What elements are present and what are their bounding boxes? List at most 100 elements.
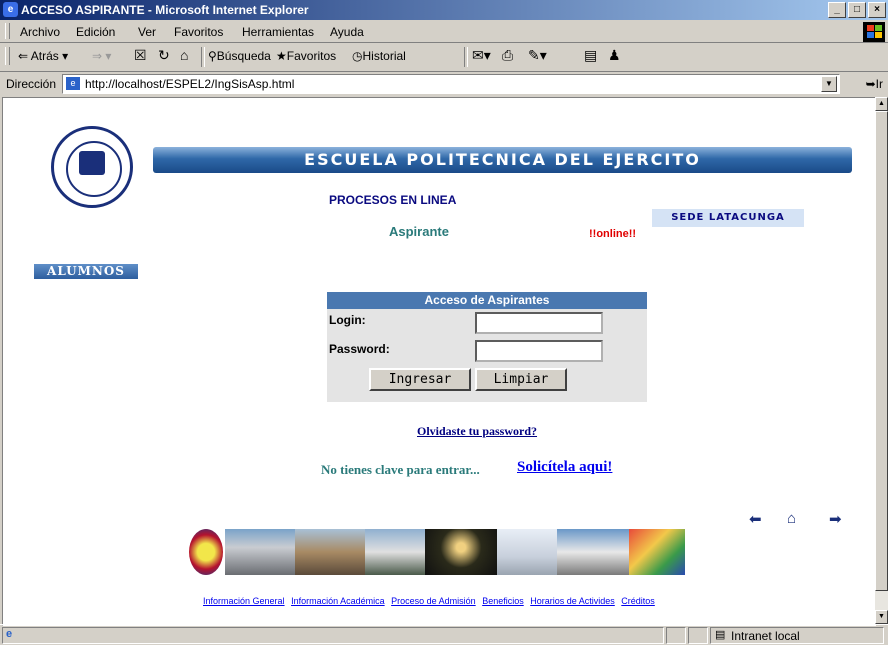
forward-nav-icon[interactable]: ➡ xyxy=(829,510,842,528)
footer-link-info-academica[interactable]: Información Académica xyxy=(291,596,385,606)
address-url: http://localhost/ESPEL2/IngSisAsp.html xyxy=(85,77,295,91)
login-label: Login: xyxy=(329,313,366,327)
edit-icon[interactable]: ✎▾ xyxy=(528,47,547,64)
night-photo xyxy=(425,529,497,575)
status-pane xyxy=(666,627,686,644)
login-input[interactable] xyxy=(475,312,603,334)
festival-photo xyxy=(629,529,685,575)
back-arrow-icon: ⇐ xyxy=(18,49,29,63)
school-banner: ESCUELA POLITECNICA DEL EJERCITO xyxy=(153,147,852,173)
address-input[interactable]: e http://localhost/ESPEL2/IngSisAsp.html… xyxy=(62,74,840,94)
menu-grip xyxy=(5,23,10,39)
page-content: ESCUELA POLITECNICA DEL EJERCITO PROCESO… xyxy=(2,97,876,626)
page-icon: e xyxy=(66,77,80,90)
footer-link-admision[interactable]: Proceso de Admisión xyxy=(391,596,476,606)
address-label: Dirección xyxy=(6,77,57,91)
forward-arrow-icon: ⇒ xyxy=(92,49,103,63)
ie-icon: e xyxy=(3,2,18,17)
history-icon: ◷ xyxy=(352,49,363,63)
sede-badge: SEDE LATACUNGA xyxy=(652,209,804,227)
back-nav-icon[interactable]: ⬅ xyxy=(749,510,762,528)
window-controls: _ □ × xyxy=(828,2,886,18)
menu-bar: Archivo Edición Ver Favoritos Herramient… xyxy=(0,20,888,43)
scroll-down-icon[interactable]: ▼ xyxy=(875,610,888,624)
minimize-button[interactable]: _ xyxy=(828,2,846,18)
menu-herramientas[interactable]: Herramientas xyxy=(242,25,314,39)
discuss-icon[interactable]: ▤ xyxy=(584,47,597,64)
close-button[interactable]: × xyxy=(868,2,886,18)
login-form: Acceso de Aspirantes Login: Password: In… xyxy=(327,292,647,402)
search-button[interactable]: ⚲Búsqueda xyxy=(208,49,271,63)
history-button[interactable]: ◷Historial xyxy=(352,49,406,63)
favorites-icon: ★ xyxy=(276,49,287,63)
intranet-icon: ▤ xyxy=(715,629,726,641)
maximize-button[interactable]: □ xyxy=(848,2,866,18)
messenger-icon[interactable]: ♟ xyxy=(608,47,621,64)
university-seal-logo xyxy=(51,126,133,208)
menu-edicion[interactable]: Edición xyxy=(76,25,115,39)
go-arrow-icon: ➥ xyxy=(865,77,876,91)
ingresar-button[interactable]: Ingresar xyxy=(369,368,471,391)
zone-pane: ▤ Intranet local xyxy=(710,627,884,644)
status-main-pane: e xyxy=(2,627,664,644)
go-button[interactable]: ➥Ir xyxy=(866,77,883,91)
zone-label: Intranet local xyxy=(731,629,800,643)
go-label: Ir xyxy=(875,77,883,91)
address-dropdown-icon[interactable]: ▼ xyxy=(821,76,837,92)
limpiar-button[interactable]: Limpiar xyxy=(475,368,567,391)
search-label: Búsqueda xyxy=(216,49,271,63)
alumnos-link[interactable]: ALUMNOS xyxy=(34,264,138,279)
vertical-scrollbar[interactable]: ▲ ▼ xyxy=(875,97,888,624)
footer-link-horarios[interactable]: Horarios de Activides xyxy=(530,596,615,606)
history-label: Historial xyxy=(362,49,406,63)
forgot-password-link[interactable]: Olvidaste tu password? xyxy=(417,424,537,439)
search-icon: ⚲ xyxy=(208,49,217,63)
building-photo-2 xyxy=(295,529,365,575)
window-title: ACCESO ASPIRANTE - Microsoft Internet Ex… xyxy=(21,3,309,17)
toolbar-separator xyxy=(201,47,205,67)
scrollbar-thumb[interactable] xyxy=(875,111,888,591)
volcano-photo xyxy=(497,529,557,575)
windows-logo-icon xyxy=(863,22,885,42)
home-nav-icon[interactable]: ⌂ xyxy=(787,510,796,527)
back-label: Atrás xyxy=(30,49,59,63)
title-bar: e ACCESO ASPIRANTE - Microsoft Internet … xyxy=(0,0,888,20)
footer-links: Información General Información Académic… xyxy=(203,596,659,606)
print-icon[interactable]: ⎙ xyxy=(502,47,513,64)
campus-photo-strip xyxy=(189,529,685,575)
address-bar: Dirección e http://localhost/ESPEL2/IngS… xyxy=(0,72,888,96)
back-button[interactable]: ⇐ Atrás ▾ xyxy=(18,49,68,63)
forward-button[interactable]: ⇒ ▾ xyxy=(92,49,111,63)
request-key-link[interactable]: Solicítela aqui! xyxy=(517,459,612,476)
seal-emblem xyxy=(79,151,105,175)
footer-link-beneficios[interactable]: Beneficios xyxy=(482,596,524,606)
no-key-text: No tienes clave para entrar... xyxy=(321,462,480,477)
menu-ver[interactable]: Ver xyxy=(138,25,156,39)
password-label: Password: xyxy=(329,342,390,356)
building-photo-1 xyxy=(225,529,295,575)
toolbar-grip xyxy=(5,47,10,65)
toolbar: ⇐ Atrás ▾ ⇒ ▾ ☒ ↻ ⌂ ⚲Búsqueda ★Favoritos… xyxy=(0,43,888,72)
stop-icon[interactable]: ☒ xyxy=(134,47,147,64)
aspirante-heading: Aspirante xyxy=(389,224,449,239)
favorites-button[interactable]: ★Favoritos xyxy=(276,49,336,63)
footer-link-info-general[interactable]: Información General xyxy=(203,596,285,606)
toolbar-separator xyxy=(464,47,468,67)
home-icon[interactable]: ⌂ xyxy=(180,47,188,63)
mail-icon[interactable]: ✉▾ xyxy=(472,47,491,64)
menu-archivo[interactable]: Archivo xyxy=(20,25,60,39)
church-photo xyxy=(365,529,425,575)
scroll-up-icon[interactable]: ▲ xyxy=(875,97,888,111)
refresh-icon[interactable]: ↻ xyxy=(158,47,170,64)
menu-ayuda[interactable]: Ayuda xyxy=(330,25,364,39)
plaza-photo xyxy=(557,529,629,575)
login-form-title: Acceso de Aspirantes xyxy=(327,292,647,309)
favorites-label: Favoritos xyxy=(286,49,337,63)
online-badge: !!online!! xyxy=(589,228,637,240)
emblem-photo xyxy=(189,529,223,575)
password-input[interactable] xyxy=(475,340,603,362)
menu-favoritos[interactable]: Favoritos xyxy=(174,25,223,39)
status-pane xyxy=(688,627,708,644)
procesos-heading: PROCESOS EN LINEA xyxy=(329,193,457,207)
footer-link-creditos[interactable]: Créditos xyxy=(621,596,655,606)
